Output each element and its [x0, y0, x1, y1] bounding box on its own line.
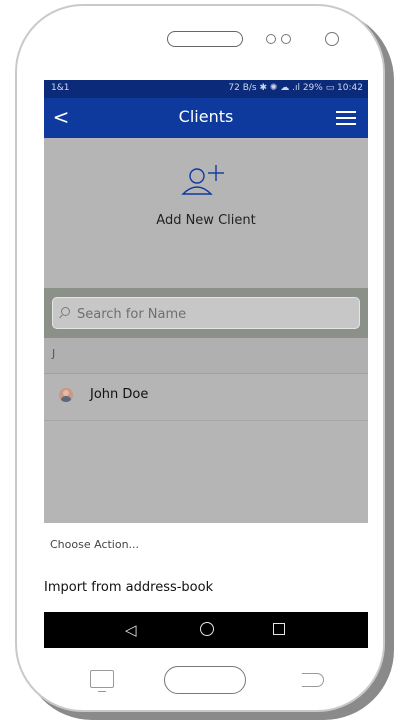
sensor-dot-icon: [281, 34, 291, 44]
front-camera-icon: [325, 32, 339, 46]
search-box[interactable]: [52, 297, 360, 329]
nav-back-icon[interactable]: ◁: [125, 622, 137, 638]
hamburger-menu-icon[interactable]: [336, 111, 356, 125]
section-header: J: [44, 338, 368, 374]
circle-home-icon[interactable]: [200, 622, 214, 636]
phone-speaker: [167, 31, 243, 47]
add-client-area: Add New Client: [44, 138, 368, 288]
status-bar: 1&1 72 B/s ✱ ✺ ☁ .ıl 29% ▭ 10:42: [44, 80, 368, 98]
action-sheet-title: Choose Action...: [50, 538, 140, 551]
hardware-home-button[interactable]: [164, 666, 246, 694]
app-bar: < Clients: [44, 98, 368, 138]
client-name: John Doe: [90, 387, 149, 402]
carrier-label: 1&1: [51, 83, 70, 93]
add-new-client-button[interactable]: Add New Client: [44, 213, 368, 228]
hardware-recents-icon[interactable]: [90, 670, 114, 692]
search-input[interactable]: [77, 304, 347, 324]
add-person-icon[interactable]: [180, 160, 230, 200]
search-icon: [61, 307, 70, 316]
action-sheet: Choose Action... Import from address-boo…: [44, 523, 368, 612]
system-nav-bar: ◁: [44, 612, 368, 648]
sensor-dot-icon: [266, 34, 276, 44]
hardware-back-icon[interactable]: [302, 673, 324, 687]
import-address-book-button[interactable]: Import from address-book: [44, 580, 213, 595]
status-indicators: 72 B/s ✱ ✺ ☁ .ıl 29% ▭ 10:42: [228, 83, 363, 93]
phone-screen: 1&1 72 B/s ✱ ✺ ☁ .ıl 29% ▭ 10:42 < Clien…: [44, 80, 368, 648]
section-letter: J: [52, 347, 56, 360]
list-item[interactable]: John Doe: [44, 374, 368, 421]
square-recents-icon[interactable]: [273, 623, 285, 635]
search-band: [44, 288, 368, 338]
person-avatar-icon: [59, 388, 73, 402]
page-title: Clients: [178, 107, 234, 126]
